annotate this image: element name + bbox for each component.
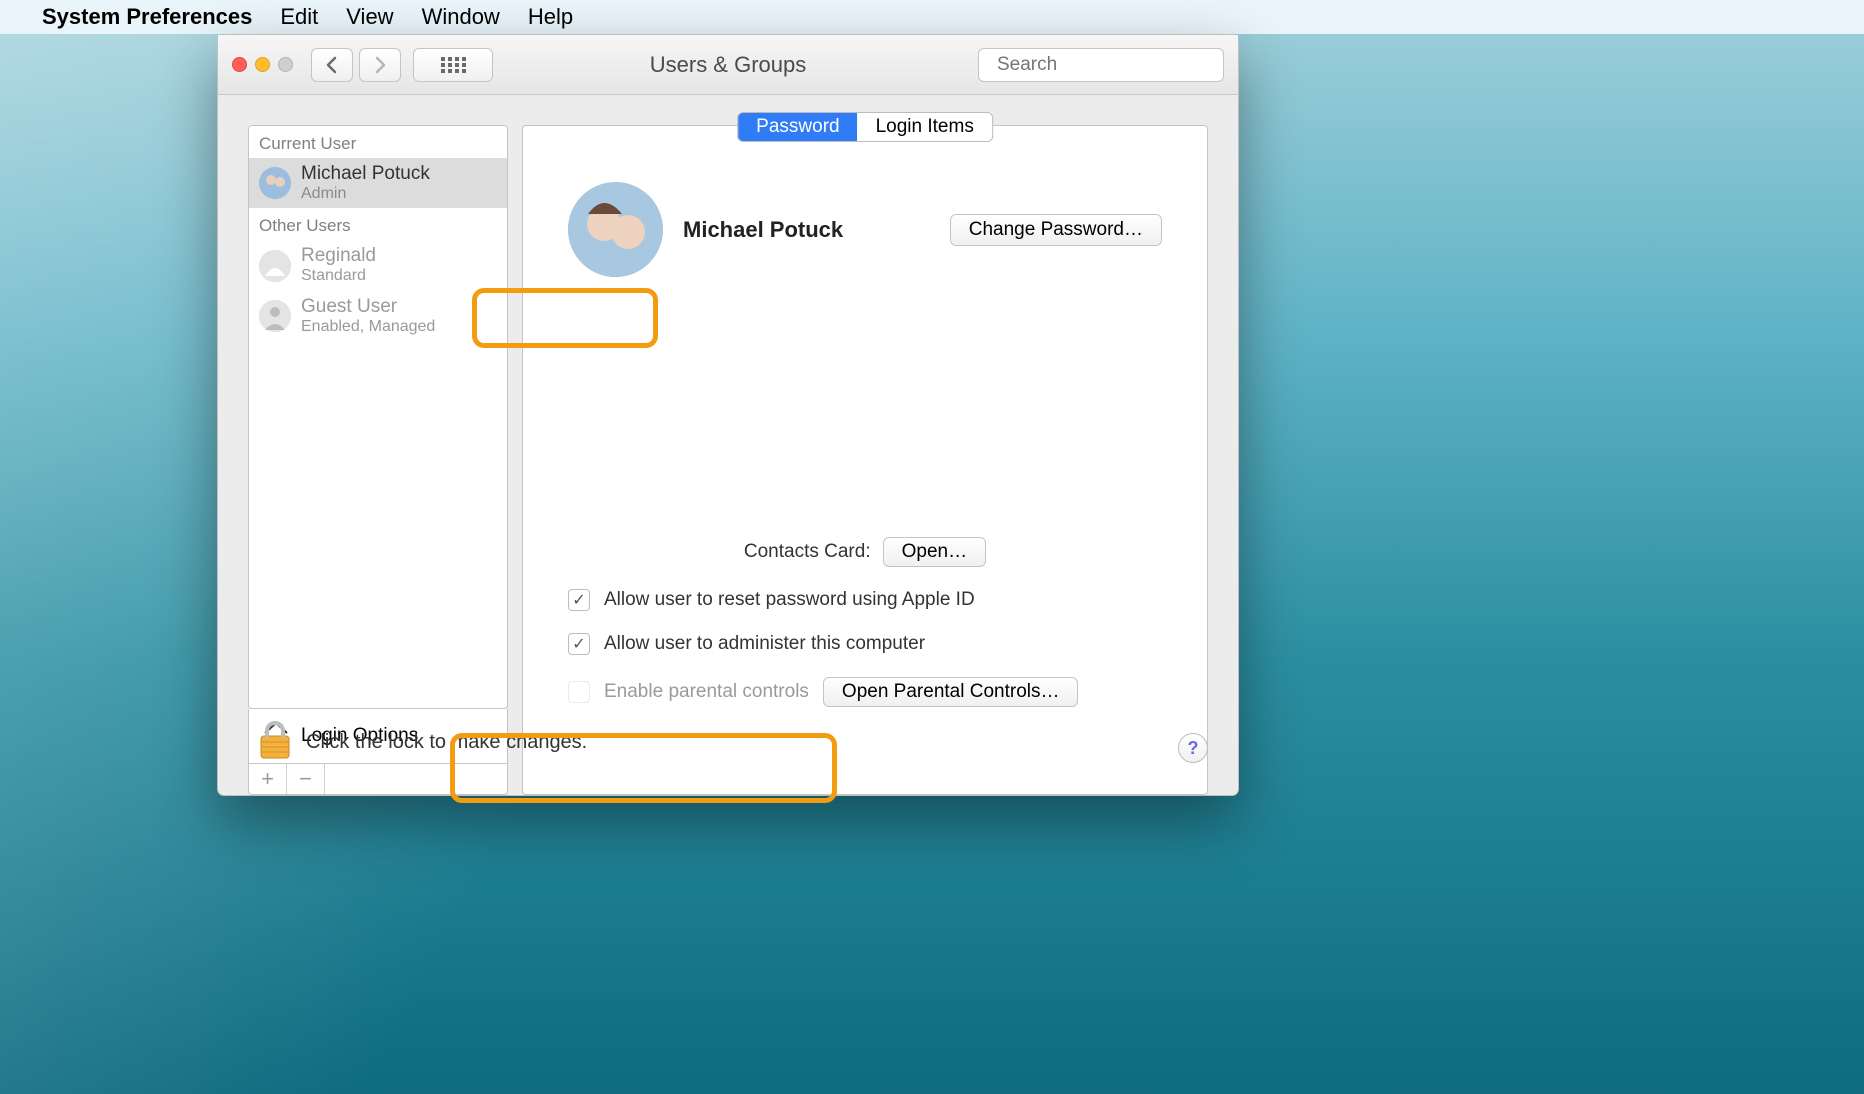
checkbox-parental[interactable]	[568, 681, 590, 703]
window-minimize-button[interactable]	[255, 57, 270, 72]
user-row-current[interactable]: Michael Potuck Admin	[249, 158, 507, 208]
preferences-window: Users & Groups Current User Michael Potu…	[217, 34, 1239, 796]
search-input[interactable]	[997, 54, 1242, 76]
menu-view[interactable]: View	[346, 4, 393, 30]
contacts-card-label: Contacts Card:	[744, 541, 871, 563]
user-list: Current User Michael Potuck Admin Other …	[248, 125, 508, 709]
avatar-icon	[259, 250, 291, 282]
back-button[interactable]	[311, 48, 353, 82]
window-zoom-button[interactable]	[278, 57, 293, 72]
lock-icon[interactable]	[258, 720, 292, 765]
open-contacts-button[interactable]: Open…	[883, 537, 986, 567]
show-all-button[interactable]	[413, 48, 493, 82]
user-header: Michael Potuck Change Password…	[568, 182, 1162, 277]
help-button[interactable]: ?	[1178, 733, 1208, 763]
tab-login-items[interactable]: Login Items	[858, 113, 992, 141]
menu-edit[interactable]: Edit	[280, 4, 318, 30]
window-traffic-lights	[232, 57, 293, 72]
forward-button[interactable]	[359, 48, 401, 82]
allow-admin-label: Allow user to administer this computer	[604, 633, 925, 655]
avatar-icon	[259, 167, 291, 199]
user-name: Michael Potuck	[301, 164, 430, 185]
parental-row: Enable parental controls Open Parental C…	[568, 677, 1162, 707]
change-password-button[interactable]: Change Password…	[950, 214, 1162, 246]
user-row-reginald[interactable]: Reginald Standard	[249, 240, 507, 290]
macos-menubar: System Preferences Edit View Window Help	[0, 0, 1864, 34]
open-parental-controls-button[interactable]: Open Parental Controls…	[823, 677, 1079, 707]
lock-row[interactable]: Click the lock to make changes.	[248, 712, 605, 773]
user-row-guest[interactable]: Guest User Enabled, Managed	[249, 291, 507, 341]
parental-label: Enable parental controls	[604, 681, 809, 703]
window-close-button[interactable]	[232, 57, 247, 72]
content-area: Current User Michael Potuck Admin Other …	[218, 95, 1238, 795]
allow-admin-row[interactable]: Allow user to administer this computer	[568, 633, 1162, 655]
contacts-row: Contacts Card: Open…	[568, 537, 1162, 567]
section-other-users: Other Users	[249, 208, 507, 240]
menu-window[interactable]: Window	[422, 4, 500, 30]
menu-help[interactable]: Help	[528, 4, 573, 30]
lock-text: Click the lock to make changes.	[306, 731, 587, 754]
user-role: Enabled, Managed	[301, 318, 435, 336]
detail-user-name: Michael Potuck	[683, 217, 843, 243]
avatar-icon	[259, 300, 291, 332]
allow-reset-row[interactable]: Allow user to reset password using Apple…	[568, 589, 1162, 611]
detail-pane: Password Login Items Michael Potuck Chan…	[522, 125, 1208, 795]
menubar-app-name[interactable]: System Preferences	[42, 4, 252, 30]
toolbar-nav-buttons	[311, 48, 401, 82]
section-current-user: Current User	[249, 126, 507, 158]
user-avatar[interactable]	[568, 182, 663, 277]
allow-reset-label: Allow user to reset password using Apple…	[604, 589, 975, 611]
search-field[interactable]	[978, 48, 1224, 82]
sidebar: Current User Michael Potuck Admin Other …	[248, 125, 508, 795]
window-titlebar: Users & Groups	[218, 35, 1238, 95]
tab-password[interactable]: Password	[738, 113, 857, 141]
user-name: Reginald	[301, 246, 376, 267]
user-role: Standard	[301, 267, 376, 285]
checkbox-allow-reset[interactable]	[568, 589, 590, 611]
user-name: Guest User	[301, 297, 435, 318]
tab-bar: Password Login Items	[737, 112, 993, 142]
user-role: Admin	[301, 185, 430, 203]
checkbox-allow-admin[interactable]	[568, 633, 590, 655]
